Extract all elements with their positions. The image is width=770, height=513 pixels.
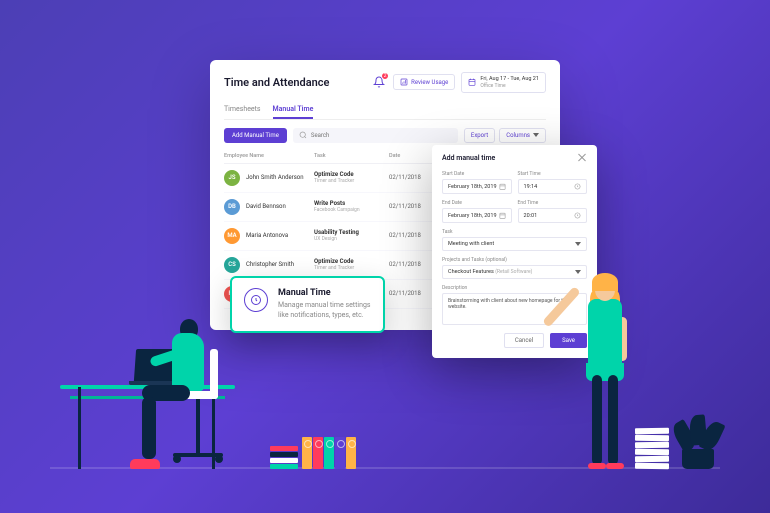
col-task: Task bbox=[314, 153, 389, 159]
tooltip-text: Manage manual time settings like notific… bbox=[278, 301, 371, 321]
cell-task: Optimize CodeTimer and Tracker bbox=[314, 258, 389, 271]
calendar-icon bbox=[499, 212, 506, 219]
add-manual-time-modal: Add manual time Start Date February 18th… bbox=[432, 145, 597, 358]
cell-name: David Bennson bbox=[246, 203, 314, 210]
cell-name: Maria Antonova bbox=[246, 232, 314, 239]
chart-icon bbox=[400, 78, 408, 86]
search-input[interactable] bbox=[293, 128, 458, 143]
notification-bell[interactable]: 2 bbox=[371, 74, 387, 90]
clock-icon bbox=[574, 183, 581, 190]
start-time-label: Start Time bbox=[518, 171, 588, 177]
start-date-field[interactable]: February 18th, 2019 bbox=[442, 179, 512, 194]
clock-icon bbox=[574, 212, 581, 219]
col-employee: Employee Name bbox=[224, 153, 314, 159]
cell-task: Write PostsFacebook Campaign bbox=[314, 200, 389, 213]
search-icon bbox=[299, 131, 307, 139]
chevron-down-icon bbox=[533, 133, 539, 137]
close-icon[interactable] bbox=[577, 153, 587, 163]
avatar: CS bbox=[224, 257, 240, 273]
cell-name: Christopher Smith bbox=[246, 261, 314, 268]
calendar-icon bbox=[499, 183, 506, 190]
tabs: Timesheets Manual Time bbox=[224, 101, 546, 120]
end-time-field[interactable]: 20:01 bbox=[518, 208, 588, 223]
chevron-down-icon bbox=[575, 270, 581, 274]
tab-manual-time[interactable]: Manual Time bbox=[273, 101, 314, 119]
project-select[interactable]: Checkout Features (Retail Software) bbox=[442, 265, 587, 279]
chevron-down-icon bbox=[575, 242, 581, 246]
avatar: JS bbox=[224, 170, 240, 186]
manual-time-tooltip: Manual Time Manage manual time settings … bbox=[230, 276, 385, 333]
cancel-button[interactable]: Cancel bbox=[504, 333, 544, 348]
tooltip-title: Manual Time bbox=[278, 288, 371, 298]
columns-button[interactable]: Columns bbox=[499, 128, 546, 143]
avatar: MA bbox=[224, 228, 240, 244]
description-label: Description bbox=[442, 285, 587, 291]
review-usage-button[interactable]: Review Usage bbox=[393, 74, 455, 90]
calendar-icon bbox=[468, 78, 476, 86]
task-select[interactable]: Meeting with client bbox=[442, 237, 587, 251]
clock-plus-icon bbox=[244, 288, 268, 312]
cell-task: Optimize CodeTimer and Tracker bbox=[314, 171, 389, 184]
project-label: Projects and Tasks (optional) bbox=[442, 257, 587, 263]
notification-badge: 2 bbox=[381, 72, 389, 80]
paper-stack-illustration bbox=[635, 427, 669, 469]
start-date-label: Start Date bbox=[442, 171, 512, 177]
avatar: DB bbox=[224, 199, 240, 215]
modal-title: Add manual time bbox=[442, 154, 495, 162]
page-title: Time and Attendance bbox=[224, 76, 329, 89]
end-date-label: End Date bbox=[442, 200, 512, 206]
cell-task: Usability TestingUX Design bbox=[314, 229, 389, 242]
plant-illustration bbox=[682, 449, 714, 469]
date-range-picker[interactable]: Fri, Aug 17 - Tue, Aug 21 Office Time bbox=[461, 72, 546, 93]
end-date-field[interactable]: February 18th, 2019 bbox=[442, 208, 512, 223]
save-button[interactable]: Save bbox=[550, 333, 587, 348]
tab-timesheets[interactable]: Timesheets bbox=[224, 101, 261, 119]
start-time-field[interactable]: 19:14 bbox=[518, 179, 588, 194]
cell-name: John Smith Anderson bbox=[246, 174, 314, 181]
add-manual-time-button[interactable]: Add Manual Time bbox=[224, 128, 287, 143]
export-button[interactable]: Export bbox=[464, 128, 495, 143]
task-label: Task bbox=[442, 229, 587, 235]
books-illustration bbox=[270, 437, 356, 469]
end-time-label: End Time bbox=[518, 200, 588, 206]
